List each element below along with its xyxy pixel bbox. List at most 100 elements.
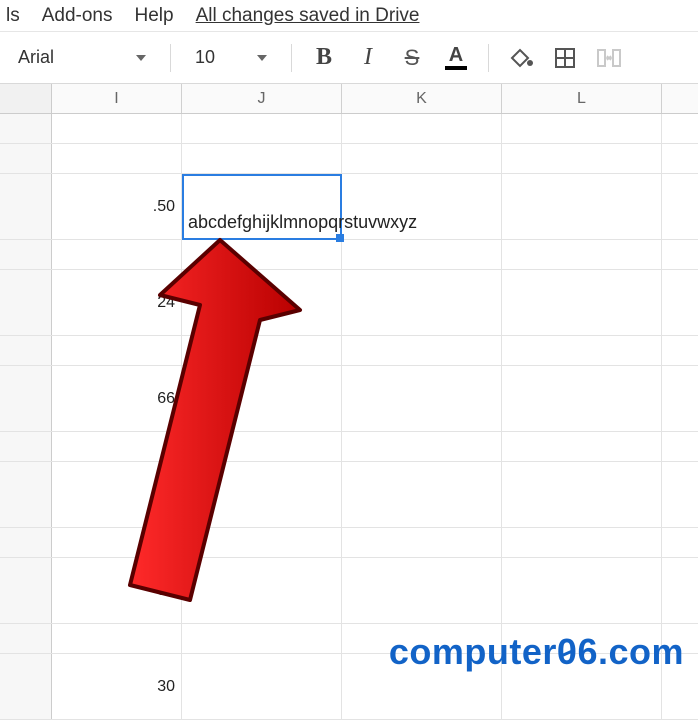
cell[interactable] [52,336,182,365]
cell[interactable] [342,336,502,365]
table-row [0,114,698,144]
cell[interactable] [342,528,502,557]
cell[interactable] [182,366,342,431]
column-header-J[interactable]: J [182,84,342,113]
watermark-zero: 0 [557,631,578,673]
watermark: computer06.com [389,631,684,673]
borders-button[interactable] [547,40,583,76]
cell[interactable] [502,528,662,557]
cell[interactable] [182,528,342,557]
cell[interactable] [502,174,662,239]
merge-icon [597,48,621,68]
cell[interactable] [52,114,182,143]
watermark-text-right: 6.com [577,631,684,672]
cell[interactable] [342,270,502,335]
cell[interactable] [502,114,662,143]
cell[interactable] [182,336,342,365]
column-header-I[interactable]: I [52,84,182,113]
column-header-L[interactable]: L [502,84,662,113]
table-row: .50 [0,174,698,240]
font-select[interactable]: Arial [8,40,156,76]
cell[interactable] [182,240,342,269]
cell[interactable] [502,462,662,527]
cell[interactable] [342,114,502,143]
spreadsheet-grid[interactable]: .50 24 66 7 [0,114,698,720]
cell-selected[interactable] [182,174,342,239]
row-header[interactable] [0,528,52,557]
row-header[interactable] [0,336,52,365]
cell[interactable] [502,432,662,461]
cell[interactable] [182,462,342,527]
row-header[interactable] [0,558,52,623]
table-row [0,240,698,270]
cell[interactable] [502,366,662,431]
font-name-label: Arial [18,47,54,68]
italic-button[interactable]: I [350,40,386,76]
cell[interactable] [502,144,662,173]
row-header[interactable] [0,144,52,173]
menubar: ls Add-ons Help All changes saved in Dri… [0,0,698,32]
table-row [0,144,698,174]
row-header[interactable] [0,432,52,461]
table-row: 24 [0,270,698,336]
paint-bucket-icon [508,47,534,69]
cell[interactable] [52,144,182,173]
cell[interactable] [52,528,182,557]
cell[interactable] [342,558,502,623]
menu-item-help[interactable]: Help [135,5,174,27]
italic-icon: I [364,44,372,71]
cell[interactable]: .50 [52,174,182,239]
cell[interactable] [502,240,662,269]
cell[interactable] [342,174,502,239]
table-row: 53 [0,558,698,624]
cell[interactable] [52,240,182,269]
bold-button[interactable]: B [306,40,342,76]
cell[interactable] [502,336,662,365]
text-color-button[interactable]: A [438,40,474,76]
table-row [0,336,698,366]
row-header[interactable] [0,270,52,335]
cell[interactable]: 53 [52,558,182,623]
column-header-K[interactable]: K [342,84,502,113]
select-all-corner[interactable] [0,84,52,113]
cell[interactable] [52,432,182,461]
font-size-select[interactable]: 10 [185,40,277,76]
cell[interactable] [182,270,342,335]
cell[interactable] [182,432,342,461]
column-headers: I J K L [0,84,698,114]
separator [488,44,489,72]
cell[interactable] [342,144,502,173]
cell[interactable] [182,114,342,143]
row-header[interactable] [0,114,52,143]
cell[interactable] [52,624,182,653]
fill-color-button[interactable] [503,40,539,76]
separator [291,44,292,72]
row-header[interactable] [0,240,52,269]
table-row [0,432,698,462]
caret-down-icon [257,55,267,61]
row-header[interactable] [0,174,52,239]
cell[interactable] [342,432,502,461]
cell[interactable]: 24 [52,270,182,335]
strikethrough-button[interactable]: S [394,40,430,76]
table-row: 66 [0,366,698,432]
cell[interactable]: 74 [52,462,182,527]
row-header[interactable] [0,366,52,431]
cell[interactable] [342,240,502,269]
toolbar: Arial 10 B I S A [0,32,698,84]
merge-cells-button[interactable] [591,40,627,76]
row-header[interactable] [0,624,52,653]
menu-item-ls[interactable]: ls [6,5,20,27]
cell[interactable] [342,462,502,527]
cell[interactable] [182,558,342,623]
cell[interactable] [182,144,342,173]
cell[interactable] [502,270,662,335]
menu-item-addons[interactable]: Add-ons [42,5,113,27]
row-header[interactable] [0,462,52,527]
cell[interactable] [342,366,502,431]
cell[interactable] [502,558,662,623]
watermark-text-left: computer [389,631,557,672]
cell[interactable] [182,624,342,653]
cell[interactable]: 66 [52,366,182,431]
table-row [0,528,698,558]
